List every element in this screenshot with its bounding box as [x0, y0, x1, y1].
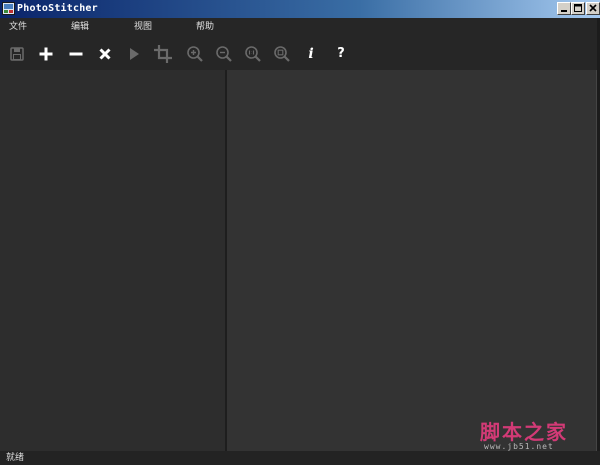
clear-button[interactable]	[93, 42, 117, 66]
menu-bar: 文件 编辑 视图 帮助	[0, 18, 600, 38]
play-icon	[130, 48, 139, 60]
status-bar: 就绪	[0, 451, 600, 465]
remove-button[interactable]	[64, 42, 88, 66]
minus-icon	[69, 52, 83, 56]
zoom-actual-icon	[245, 46, 261, 62]
toolbar: i ?	[0, 38, 600, 70]
title-bar[interactable]: PhotoStitcher	[0, 0, 600, 18]
info-button[interactable]: i	[299, 42, 323, 66]
app-icon	[2, 2, 15, 15]
close-icon	[589, 4, 597, 12]
zoom-in-button[interactable]	[183, 42, 207, 66]
run-button[interactable]	[122, 42, 146, 66]
zoom-in-icon	[187, 46, 203, 62]
zoom-out-icon	[216, 46, 232, 62]
menu-edit[interactable]: 编辑	[71, 18, 89, 38]
fit-button[interactable]	[270, 42, 294, 66]
watermark-url: www.jb51.net	[484, 442, 554, 451]
app-window: PhotoStitcher 文件 编辑 视图 帮助 i ? 脚本之家 www.j…	[0, 0, 600, 465]
plus-icon	[39, 47, 53, 61]
zoom-out-button[interactable]	[212, 42, 236, 66]
close-button[interactable]	[586, 2, 600, 15]
info-icon: i	[308, 46, 314, 62]
preview-canvas[interactable]	[227, 70, 597, 451]
status-text: 就绪	[6, 453, 25, 463]
actual-size-button[interactable]	[241, 42, 265, 66]
menu-help[interactable]: 帮助	[196, 18, 214, 38]
window-title: PhotoStitcher	[17, 3, 98, 14]
watermark-logo: 脚本之家	[480, 420, 568, 444]
add-button[interactable]	[34, 42, 58, 66]
maximize-button[interactable]	[571, 2, 585, 15]
menu-file[interactable]: 文件	[9, 18, 27, 38]
maximize-icon	[574, 4, 582, 12]
crop-icon	[154, 45, 172, 63]
x-icon	[99, 48, 111, 60]
zoom-fit-icon	[274, 46, 290, 62]
crop-button[interactable]	[151, 42, 175, 66]
save-icon	[10, 47, 24, 61]
minimize-button[interactable]	[557, 2, 571, 15]
image-list-panel[interactable]	[0, 70, 225, 451]
minimize-icon	[561, 10, 567, 12]
question-icon: ?	[337, 46, 345, 61]
save-button[interactable]	[5, 42, 29, 66]
menu-view[interactable]: 视图	[134, 18, 152, 38]
help-button[interactable]: ?	[329, 42, 353, 66]
